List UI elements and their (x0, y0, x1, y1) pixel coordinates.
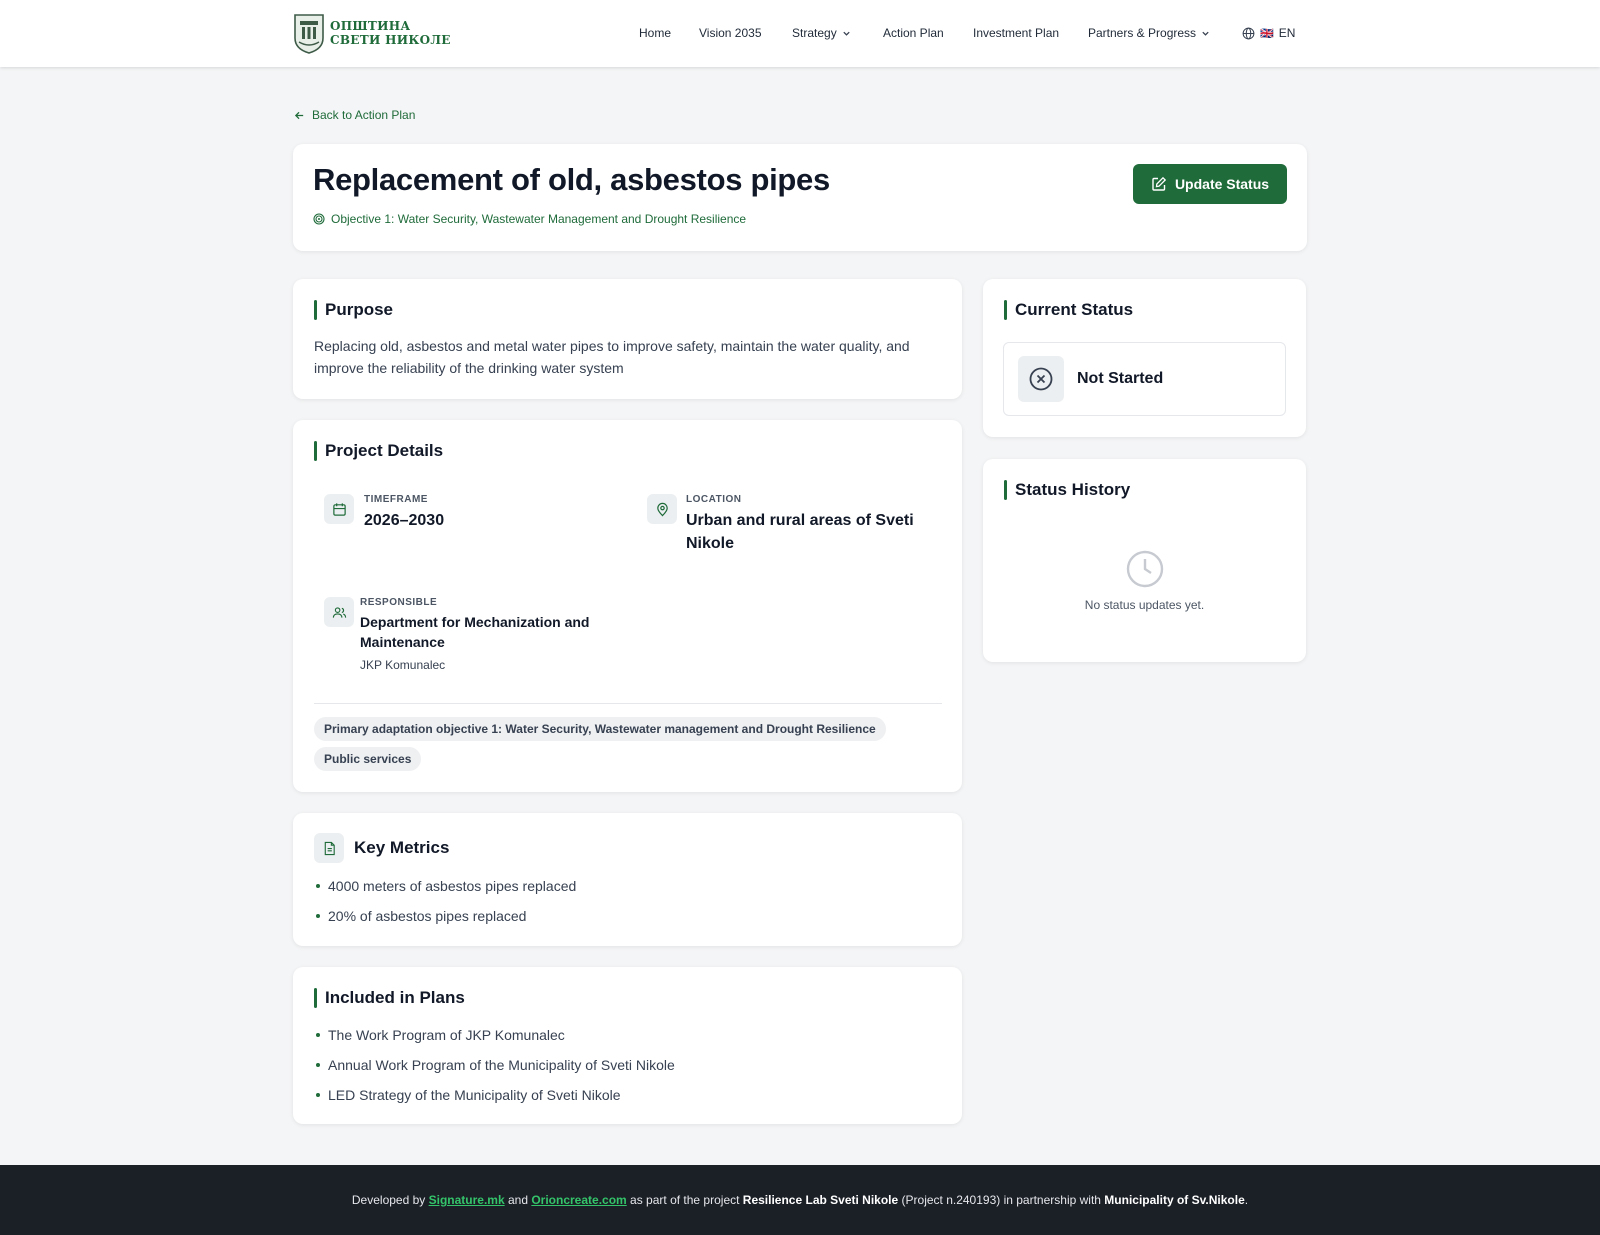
chevron-down-icon (843, 31, 850, 36)
globe-icon (1242, 27, 1255, 39)
project-details-heading-label: Project Details (325, 441, 444, 460)
timeframe-label: TIMEFRAME (364, 494, 428, 505)
history-empty-text: No status updates yet. (1084, 598, 1205, 612)
key-metrics-heading-label: Key Metrics (354, 838, 450, 857)
status-history-heading: Status History (1004, 480, 1130, 500)
language-switcher[interactable]: 🇬🇧 EN (1242, 26, 1295, 40)
list-item: LED Strategy of the Municipality of Svet… (314, 1085, 675, 1115)
responsible-icon-box (324, 597, 354, 627)
objective-label: Objective 1: Water Security, Wastewater … (331, 212, 747, 226)
project-details-card: Project Details TIMEFRAME 2026–2030 LOCA… (293, 420, 962, 792)
edit-icon (1152, 176, 1167, 191)
purpose-card: Purpose Replacing old, asbestos and meta… (293, 279, 962, 399)
footer-project-name: Resilience Lab Sveti Nikole (742, 1193, 899, 1207)
project-details-heading: Project Details (314, 441, 443, 461)
status-value: Not Started (1077, 370, 1164, 387)
purpose-text: Replacing old, asbestos and metal water … (314, 338, 910, 376)
accent-bar (314, 988, 317, 1008)
nav-partners-label: Partners & Progress (1088, 26, 1197, 40)
nav-investment-plan[interactable]: Investment Plan (973, 26, 1059, 40)
purpose-heading-label: Purpose (325, 300, 394, 319)
nav-strategy[interactable]: Strategy (792, 26, 851, 40)
accent-bar (1004, 480, 1007, 500)
update-status-button[interactable]: Update Status (1133, 164, 1287, 204)
nav-strategy-label: Strategy (792, 26, 837, 40)
divider (314, 703, 942, 704)
footer-text-1: Developed by (351, 1193, 429, 1207)
list-item: 20% of asbestos pipes replaced (314, 906, 576, 936)
location-label: LOCATION (686, 494, 742, 505)
back-link-label: Back to Action Plan (312, 108, 416, 122)
crest-icon (294, 14, 324, 54)
footer: Developed by Signature.mk and Orioncreat… (0, 1165, 1600, 1235)
key-metrics-heading: Key Metrics (314, 833, 449, 863)
accent-bar (1004, 300, 1007, 320)
current-status-heading-label: Current Status (1015, 300, 1134, 319)
current-status-heading: Current Status (1004, 300, 1133, 320)
map-pin-icon (656, 502, 668, 516)
list-item: The Work Program of JKP Komunalec (314, 1025, 675, 1055)
title-card: Replacement of old, asbestos pipes Objec… (293, 144, 1307, 251)
location-icon-box (647, 494, 677, 524)
top-navbar: ОПШТИНА СВЕТИ НИКОЛЕ Home Vision 2035 St… (0, 0, 1600, 67)
calendar-icon (332, 502, 346, 516)
x-circle-icon (1029, 367, 1053, 391)
responsible-sub: JKP Komunalec (360, 658, 446, 672)
included-plans-heading-label: Included in Plans (325, 988, 465, 1007)
responsible-value: Department for Mechanization and Mainten… (360, 614, 590, 650)
current-status-card: Current Status Not Started (983, 279, 1306, 437)
footer-link-orioncreate[interactable]: Orioncreate.com (531, 1193, 626, 1207)
chevron-down-icon (1202, 31, 1209, 36)
location-value: Urban and rural areas of Sveti Nikole (686, 512, 914, 552)
objective-link[interactable]: Objective 1: Water Security, Wastewater … (313, 212, 746, 226)
users-icon (332, 606, 346, 618)
status-history-heading-label: Status History (1015, 480, 1131, 499)
included-plans-heading: Included in Plans (314, 988, 465, 1008)
footer-text-2: and (504, 1193, 532, 1207)
purpose-heading: Purpose (314, 300, 393, 320)
tag-public-services: Public services (314, 747, 422, 771)
municipality-logo[interactable]: ОПШТИНА СВЕТИ НИКОЛЕ (292, 12, 451, 54)
clock-icon (1126, 550, 1163, 588)
history-empty-state: No status updates yet. (983, 549, 1306, 612)
tag-primary-objective: Primary adaptation objective 1: Water Se… (314, 717, 886, 741)
logo-line-1: ОПШТИНА (330, 19, 411, 33)
footer-text-5: . (1244, 1193, 1249, 1207)
footer-link-signature[interactable]: Signature.mk (429, 1193, 505, 1207)
list-item: 4000 meters of asbestos pipes replaced (314, 876, 576, 906)
status-box: Not Started (1003, 342, 1286, 416)
footer-text-4: (Project n.240193) in partnership with (898, 1193, 1105, 1207)
nav-action-plan[interactable]: Action Plan (883, 26, 944, 40)
status-history-card: Status History No status updates yet. (983, 459, 1306, 662)
nav-partners-progress[interactable]: Partners & Progress (1088, 26, 1210, 40)
footer-partner-name: Municipality of Sv.Nikole (1104, 1193, 1245, 1207)
page-title: Replacement of old, asbestos pipes (313, 162, 830, 197)
timeframe-value: 2026–2030 (364, 512, 445, 529)
list-item: Annual Work Program of the Municipality … (314, 1055, 675, 1085)
footer-text-3: as part of the project (626, 1193, 743, 1207)
back-to-action-plan-link[interactable]: Back to Action Plan (294, 108, 415, 122)
metrics-list: 4000 meters of asbestos pipes replaced 2… (314, 876, 576, 936)
nav-vision-2035[interactable]: Vision 2035 (699, 26, 762, 40)
calendar-icon-box (324, 494, 354, 524)
responsible-label: RESPONSIBLE (360, 597, 438, 608)
logo-line-2: СВЕТИ НИКОЛЕ (330, 33, 451, 47)
status-icon-box (1018, 356, 1064, 402)
accent-bar (314, 441, 317, 461)
accent-bar (314, 300, 317, 320)
arrow-left-icon (294, 111, 304, 119)
language-code: EN (1278, 26, 1296, 40)
plans-list: The Work Program of JKP Komunalec Annual… (314, 1025, 675, 1115)
nav-home[interactable]: Home (639, 26, 671, 40)
flag-icon: 🇬🇧 (1260, 27, 1274, 40)
document-icon (324, 841, 335, 855)
document-icon-box (314, 833, 344, 863)
target-icon (313, 213, 325, 225)
key-metrics-card: Key Metrics 4000 meters of asbestos pipe… (293, 813, 962, 946)
update-status-label: Update Status (1174, 176, 1270, 192)
included-plans-card: Included in Plans The Work Program of JK… (293, 967, 962, 1124)
